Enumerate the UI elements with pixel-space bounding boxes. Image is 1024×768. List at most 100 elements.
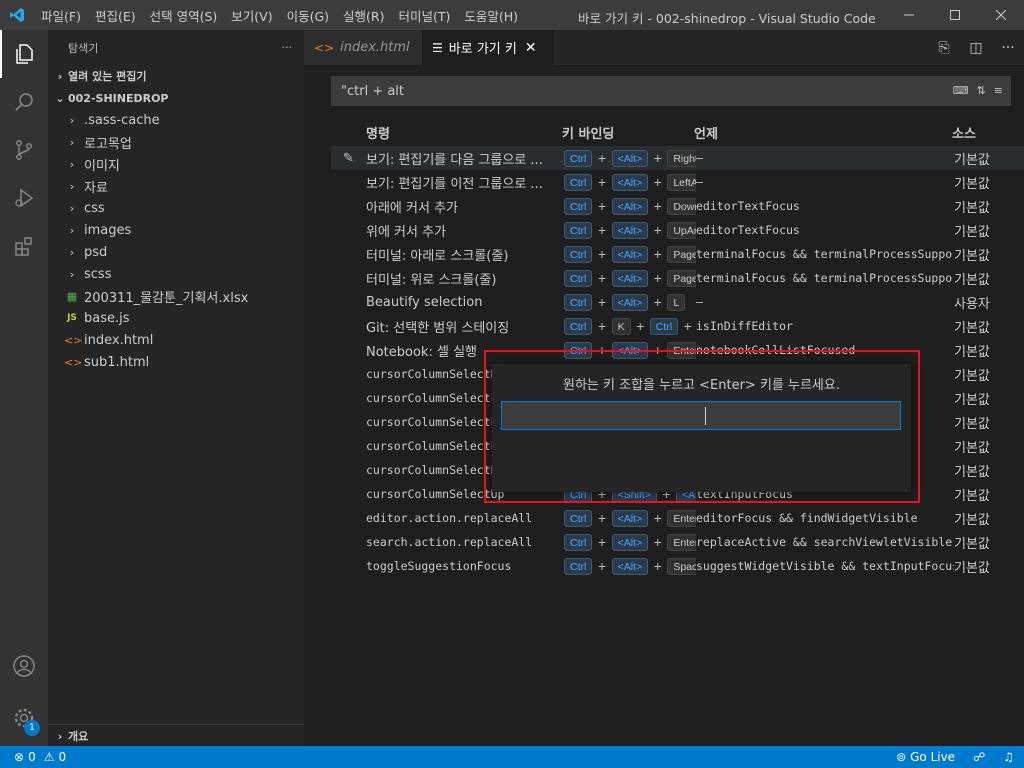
source-cell: 기본값 (954, 416, 990, 432)
key-chip: <Alt> (611, 533, 649, 551)
search-icon[interactable] (0, 78, 48, 126)
live-share-icon[interactable]: ☍ (973, 750, 985, 764)
key-chip: Ctrl (564, 245, 593, 263)
table-body: ✎보기: 편집기를 다음 그룹으로 ... Ctrl + <Alt> + RightArr… (331, 146, 1024, 578)
key-chip: Ctrl (649, 317, 679, 335)
tree-item[interactable]: ▦ 200311_물감툰_기획서.xlsx (48, 285, 304, 307)
tree-item[interactable]: › 이미지 (48, 153, 304, 175)
folder-section[interactable]: ⌄ 002-SHINEDROP (48, 87, 304, 109)
menu-go[interactable]: 이동(G) (280, 6, 336, 25)
edit-pencil-icon[interactable]: ✎ (331, 151, 366, 166)
table-row[interactable]: 아래에 커서 추가 Ctrl + <Alt> + DownArroweditorTextF… (331, 194, 1024, 218)
menu-bar: 파일(F) 편집(E) 선택 영역(S) 보기(V) 이동(G) 실행(R) 터… (34, 0, 525, 30)
close-window-button[interactable] (978, 0, 1024, 30)
open-editors-section[interactable]: › 열려 있는 편집기 (48, 65, 304, 87)
key-separator: + (653, 511, 663, 525)
tree-item[interactable]: JS base.js (48, 307, 304, 329)
tree-item[interactable]: <> sub1.html (48, 351, 304, 373)
extensions-icon[interactable] (0, 222, 48, 270)
problems-indicator[interactable]: ⊗ 0 ⚠ 0 (0, 750, 66, 764)
close-tab-icon[interactable]: ✕ (525, 40, 537, 56)
when-cell: — (696, 151, 703, 165)
more-actions-icon[interactable]: ··· (282, 41, 293, 54)
manage-gear-icon[interactable]: 1 (0, 694, 48, 742)
more-actions-icon[interactable]: ··· (992, 40, 1024, 56)
key-chip: <Alt> (611, 341, 649, 359)
key-separator: + (653, 223, 663, 237)
key-chip: Enter (667, 341, 696, 359)
source-control-icon[interactable] (0, 126, 48, 174)
keybinding-cell: Ctrl+K+Ctrl+<Alt> (562, 317, 696, 335)
tab-keyboard-shortcuts[interactable]: ☰ 바로 가기 키 ✕ (422, 30, 554, 65)
maximize-button[interactable] (932, 0, 978, 30)
table-row[interactable]: Git: 선택한 범위 스테이징Ctrl+K+Ctrl+<Alt>isInDif… (331, 314, 1024, 338)
run-debug-icon[interactable] (0, 174, 48, 222)
sort-by-precedence-icon[interactable]: ⇅ (977, 84, 986, 97)
header-command[interactable]: 명령 (366, 123, 562, 142)
key-chip: Ctrl (564, 197, 593, 215)
table-row[interactable]: 위에 커서 추가 Ctrl + <Alt> + UpArroweditorTextFocu… (331, 218, 1024, 242)
split-editor-icon[interactable]: ◫ (960, 40, 992, 56)
table-row[interactable]: 터미널: 위로 스크롤(줄) Ctrl + <Alt> + PageUpterminalF… (331, 266, 1024, 290)
menu-file[interactable]: 파일(F) (34, 6, 88, 25)
source-cell: 기본값 (954, 200, 990, 216)
window-controls (886, 0, 1024, 30)
go-live-button[interactable]: ⊚ Go Live (896, 750, 955, 764)
explorer-icon[interactable] (0, 30, 48, 78)
open-json-icon[interactable]: ⎘ (928, 40, 960, 56)
header-source[interactable]: 소스 (952, 123, 1012, 142)
tree-item[interactable]: › images (48, 219, 304, 241)
key-chip: Ctrl (564, 317, 593, 335)
table-row[interactable]: Notebook: 셀 실행 Ctrl + <Alt> + Enter notebookCe… (331, 338, 1024, 362)
tree-item[interactable]: › css (48, 197, 304, 219)
outline-section[interactable]: › 개요 (48, 724, 304, 746)
menu-help[interactable]: 도움말(H) (457, 6, 525, 25)
when-cell: — (696, 175, 703, 189)
tree-item[interactable]: <> index.html (48, 329, 304, 351)
header-when[interactable]: 언제 (694, 123, 952, 142)
record-keys-icon[interactable]: ⌨ (953, 84, 969, 97)
explorer-header: 탐색기 ··· (48, 30, 304, 65)
account-icon[interactable] (0, 642, 48, 690)
source-cell: 기본값 (954, 176, 990, 192)
header-keybinding[interactable]: 키 바인딩 (562, 123, 696, 142)
source-cell: 기본값 (954, 560, 990, 576)
key-chip: Enter (667, 533, 696, 551)
html-file-icon: <> (314, 40, 335, 55)
key-chip: K (611, 317, 631, 335)
chevron-right-icon: › (69, 245, 75, 259)
chevron-right-icon: › (57, 69, 63, 83)
key-chip: Ctrl (564, 221, 593, 239)
menu-run[interactable]: 실행(R) (336, 6, 391, 25)
menu-terminal[interactable]: 터미널(T) (392, 6, 458, 25)
tree-item[interactable]: › psd (48, 241, 304, 263)
menu-view[interactable]: 보기(V) (224, 6, 279, 25)
command-cell: editor.action.replaceAll (366, 511, 533, 525)
keybinding-input[interactable] (501, 401, 901, 430)
table-row[interactable]: search.action.replaceAll Ctrl + <Alt> + Enter… (331, 530, 1024, 554)
table-row[interactable]: 터미널: 아래로 스크롤(줄) Ctrl + <Alt> + PageDowntermin… (331, 242, 1024, 266)
table-row[interactable]: editor.action.replaceAll Ctrl + <Alt> + Enter… (331, 506, 1024, 530)
table-row[interactable]: Beautify selection Ctrl + <Alt> + L — 사용자 (331, 290, 1024, 314)
bell-icon[interactable]: ♫ (1003, 750, 1014, 764)
keybindings-search-input[interactable]: "ctrl + alt ⌨ ⇅ ≡ (331, 76, 1011, 106)
tree-item[interactable]: › 로고목업 (48, 131, 304, 153)
table-row[interactable]: toggleSuggestionFocus Ctrl + <Alt> + Spacesug… (331, 554, 1024, 578)
when-cell: isInDiffEditor (696, 319, 793, 333)
tab-index-html[interactable]: <> index.html (304, 30, 422, 65)
tree-item[interactable]: › scss (48, 263, 304, 285)
tree-item-label: images (84, 222, 132, 238)
menu-selection[interactable]: 선택 영역(S) (143, 6, 225, 25)
minimize-button[interactable] (886, 0, 932, 30)
key-chip: Ctrl (564, 509, 593, 527)
menu-edit[interactable]: 편집(E) (88, 6, 143, 25)
tree-item[interactable]: › .sass-cache (48, 109, 304, 131)
source-cell: 기본값 (954, 536, 990, 552)
tree-item[interactable]: › 자료 (48, 175, 304, 197)
table-row[interactable]: ✎보기: 편집기를 다음 그룹으로 ... Ctrl + <Alt> + RightArr… (331, 146, 1024, 170)
key-separator: + (635, 319, 645, 333)
chevron-right-icon: › (69, 179, 75, 193)
clear-search-icon[interactable]: ≡ (994, 84, 1003, 97)
table-row[interactable]: 보기: 편집기를 이전 그룹으로 ... Ctrl + <Alt> + LeftArrow… (331, 170, 1024, 194)
when-cell: editorTextFocus (696, 199, 800, 213)
